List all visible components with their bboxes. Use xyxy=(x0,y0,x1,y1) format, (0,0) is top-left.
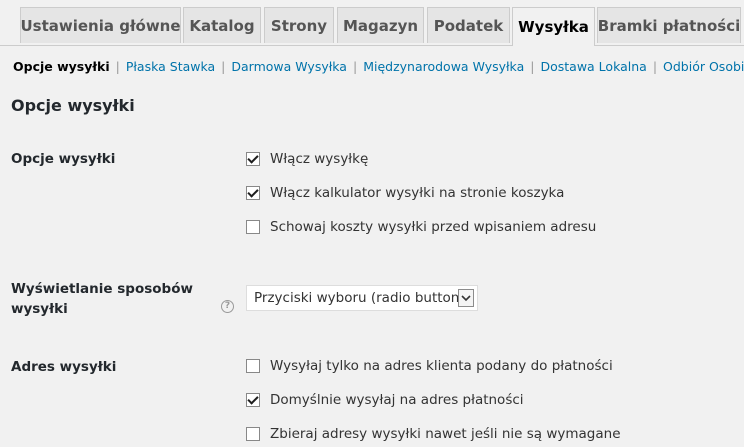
subnav-separator: | xyxy=(652,59,658,74)
subnav-link-free-shipping[interactable]: Darmowa Wysyłka xyxy=(231,59,347,74)
subnav-separator: | xyxy=(352,59,358,74)
hide-costs-label: Schowaj koszty wysyłki przed wpisaniem a… xyxy=(270,219,597,235)
display-methods-select[interactable]: Przyciski wyboru (radio button) xyxy=(246,285,478,311)
hide-costs-option[interactable]: Schowaj koszty wysyłki przed wpisaniem a… xyxy=(246,217,596,237)
subnav-separator: | xyxy=(115,59,120,74)
hide-costs-checkbox[interactable] xyxy=(246,220,260,234)
subnav-current-shipping-options: Opcje wysyłki xyxy=(13,59,110,74)
default-ship-to-billing-label: Domyślnie wysyłaj na adres płatności xyxy=(270,392,524,408)
display-methods-select-value: Przyciski wyboru (radio button) xyxy=(254,290,465,306)
subnav-link-local-pickup[interactable]: Odbiór Osobisty xyxy=(663,59,744,74)
enable-shipping-label: Włącz wysyłkę xyxy=(270,151,369,167)
tab-payment-gateways[interactable]: Bramki płatności xyxy=(597,7,741,43)
default-ship-to-billing-checkbox[interactable] xyxy=(246,393,260,407)
chevron-down-icon[interactable] xyxy=(458,289,474,307)
display-methods-label: Wyświetlanie sposobów wysyłki xyxy=(11,279,193,319)
section-title: Opcje wysyłki xyxy=(11,96,135,115)
collect-addresses-checkbox[interactable] xyxy=(246,427,260,441)
tab-tax[interactable]: Podatek xyxy=(427,7,510,43)
subnav-separator: | xyxy=(221,59,226,74)
display-methods-label-line1: Wyświetlanie sposobów xyxy=(11,281,193,297)
subnav-separator: | xyxy=(530,59,535,74)
display-methods-label-line2: wysyłki xyxy=(11,301,68,317)
question-circle-icon[interactable]: ? xyxy=(221,300,234,313)
collect-addresses-label: Zbieraj adresy wysyłki nawet jeśli nie s… xyxy=(270,426,621,442)
ship-to-billing-only-option[interactable]: Wysyłaj tylko na adres klienta podany do… xyxy=(246,356,613,376)
tab-catalog[interactable]: Katalog xyxy=(183,7,261,43)
enable-shipping-option[interactable]: Włącz wysyłkę xyxy=(246,149,368,169)
settings-tab-bar: Ustawienia główne Katalog Strony Magazyn… xyxy=(0,0,744,46)
ship-to-billing-only-checkbox[interactable] xyxy=(246,359,260,373)
tab-general-settings[interactable]: Ustawienia główne xyxy=(20,7,181,43)
enable-cart-calculator-option[interactable]: Włącz kalkulator wysyłki na stronie kosz… xyxy=(246,183,564,203)
shipping-address-label: Adres wysyłki xyxy=(11,359,117,375)
enable-shipping-checkbox[interactable] xyxy=(246,152,260,166)
collect-addresses-option[interactable]: Zbieraj adresy wysyłki nawet jeśli nie s… xyxy=(246,424,621,444)
enable-cart-calculator-checkbox[interactable] xyxy=(246,186,260,200)
shipping-subnav: Opcje wysyłki | Płaska Stawka | Darmowa Wysy… xyxy=(13,59,744,77)
tab-shipping[interactable]: Wysyłka xyxy=(512,7,595,46)
subnav-link-local-delivery[interactable]: Dostawa Lokalna xyxy=(540,59,646,74)
tab-pages[interactable]: Strony xyxy=(264,7,334,43)
shipping-options-label: Opcje wysyłki xyxy=(11,151,116,167)
default-ship-to-billing-option[interactable]: Domyślnie wysyłaj na adres płatności xyxy=(246,390,524,410)
ship-to-billing-only-label: Wysyłaj tylko na adres klienta podany do… xyxy=(270,358,613,374)
subnav-link-international-shipping[interactable]: Międzynarodowa Wysyłka xyxy=(363,59,524,74)
subnav-link-flat-rate[interactable]: Płaska Stawka xyxy=(126,59,215,74)
tab-inventory[interactable]: Magazyn xyxy=(337,7,424,43)
enable-cart-calculator-label: Włącz kalkulator wysyłki na stronie kosz… xyxy=(270,185,565,201)
